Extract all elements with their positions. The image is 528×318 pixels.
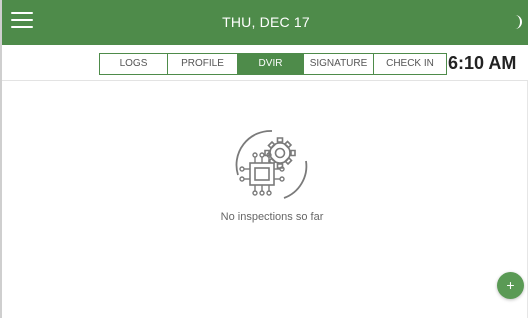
tab-profile[interactable]: PROFILE (168, 54, 238, 74)
add-icon: + (506, 277, 515, 293)
clock-time: 6:10 AM (448, 53, 517, 73)
chip-gear-icon (235, 130, 308, 199)
empty-state-message: No inspections so far (220, 211, 324, 223)
tab-bar: LOGS PROFILE DVIR SIGNATURE CHECK IN (99, 53, 447, 75)
app-frame: THU, DEC 17 LOGS PROFILE DVIR SIGNATURE … (0, 0, 528, 318)
date-title: THU, DEC 17 (222, 14, 310, 30)
tab-signature[interactable]: SIGNATURE (304, 54, 374, 74)
tab-dvir[interactable]: DVIR (238, 54, 304, 74)
moon-icon[interactable] (507, 13, 525, 31)
tab-row: LOGS PROFILE DVIR SIGNATURE CHECK IN 6:1… (2, 45, 528, 81)
add-inspection-button[interactable]: + (497, 272, 524, 299)
tab-logs[interactable]: LOGS (100, 54, 168, 74)
app-bar: THU, DEC 17 (2, 0, 528, 45)
tab-check-in[interactable]: CHECK IN (374, 54, 446, 74)
